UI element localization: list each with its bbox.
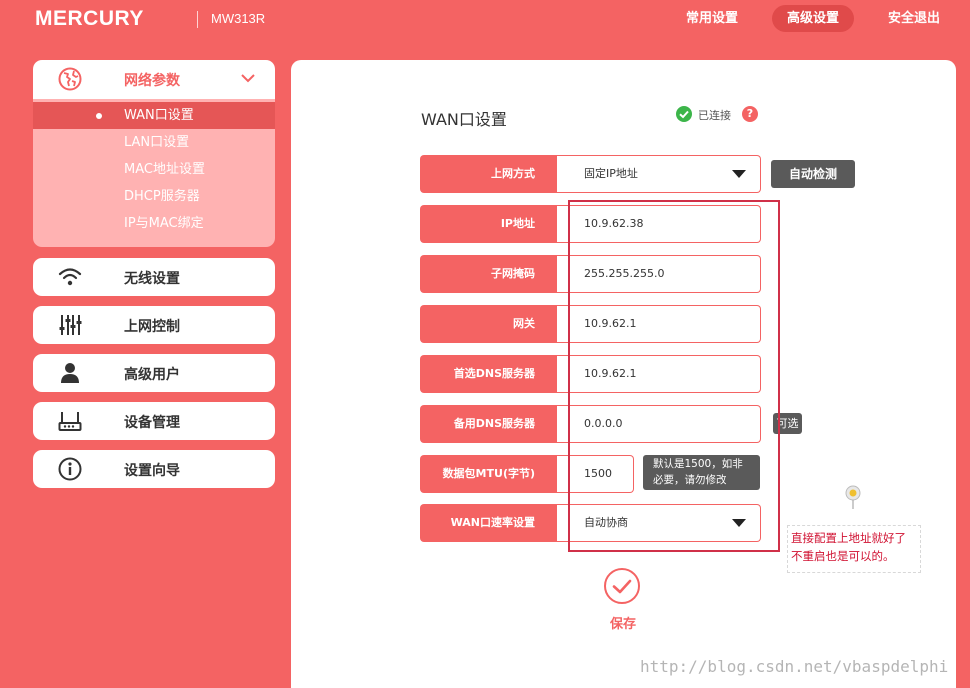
field-label: 首选DNS服务器 — [420, 355, 557, 393]
annotation-line: 直接配置上地址就好了 — [791, 531, 906, 545]
chevron-down-icon[interactable] — [241, 73, 255, 83]
check-circle-outline-icon — [604, 568, 640, 604]
sidebar-subitem-mac[interactable]: MAC地址设置 — [33, 156, 275, 183]
annotation-note: 直接配置上地址就好了 不重启也是可以的。 — [787, 525, 921, 573]
help-icon[interactable]: ? — [742, 106, 758, 122]
field-label: 上网方式 — [420, 155, 557, 193]
status-text: 已连接 — [698, 109, 731, 122]
watermark-text: http://blog.csdn.net/vbaspdelphi — [640, 657, 949, 676]
sidebar-subitem-label: DHCP服务器 — [124, 189, 200, 204]
sidebar-item-device-management[interactable]: 设备管理 — [33, 402, 275, 440]
save-label: 保存 — [609, 617, 636, 632]
auto-detect-button[interactable]: 自动检测 — [771, 160, 855, 188]
globe-icon — [58, 67, 82, 91]
connection-type-select[interactable]: 固定IP地址 — [557, 155, 761, 193]
sidebar-item-access-control[interactable]: 上网控制 — [33, 306, 275, 344]
sidebar-subitem-dhcp[interactable]: DHCP服务器 — [33, 183, 275, 210]
sidebar-subitem-wan[interactable]: WAN口设置 — [33, 102, 275, 129]
sidebar-item-label: 高级用户 — [124, 367, 180, 383]
field-label: 数据包MTU(字节) — [420, 455, 557, 493]
select-value: 固定IP地址 — [584, 167, 638, 180]
info-icon — [58, 457, 82, 481]
brand-logo: MERCURY — [35, 7, 144, 30]
nav-logout[interactable]: 安全退出 — [878, 5, 950, 32]
field-label: 子网掩码 — [420, 255, 557, 293]
sidebar-item-label: 设备管理 — [124, 415, 180, 431]
sidebar-item-advanced-user[interactable]: 高级用户 — [33, 354, 275, 392]
user-icon — [61, 363, 79, 383]
field-label: IP地址 — [420, 205, 557, 243]
model-name: MW313R — [211, 11, 266, 26]
sidebar-group-network: 网络参数 WAN口设置 LAN口设置 MAC地址设置 DHCP服务器 IP与MA… — [33, 60, 275, 247]
sidebar-subitem-label: IP与MAC绑定 — [124, 216, 204, 231]
sidebar-subitem-label: LAN口设置 — [124, 135, 190, 150]
sliders-icon — [59, 315, 82, 335]
sidebar-subitem-lan[interactable]: LAN口设置 — [33, 129, 275, 156]
main-panel: WAN口设置 已连接 ? 上网方式 固定IP地址 自动检测 IP地址 10.9.… — [291, 60, 956, 688]
field-label: 备用DNS服务器 — [420, 405, 557, 443]
sidebar-item-label: 无线设置 — [124, 271, 180, 287]
sidebar-subitem-ip-mac-bind[interactable]: IP与MAC绑定 — [33, 210, 275, 237]
nav-common-settings[interactable]: 常用设置 — [676, 5, 748, 32]
sidebar-item-label: 设置向导 — [124, 463, 180, 479]
field-label: WAN口速率设置 — [420, 504, 557, 542]
sidebar-item-setup-wizard[interactable]: 设置向导 — [33, 450, 275, 488]
sidebar-item-label: 上网控制 — [124, 319, 180, 335]
sidebar-group-label: 网络参数 — [124, 73, 180, 89]
field-label: 网关 — [420, 305, 557, 343]
sidebar-item-wireless[interactable]: 无线设置 — [33, 258, 275, 296]
active-dot — [96, 113, 102, 119]
annotation-line: 不重启也是可以的。 — [791, 549, 895, 563]
dropdown-caret-icon — [732, 170, 746, 178]
router-icon — [58, 412, 82, 431]
sidebar-subitem-label: MAC地址设置 — [124, 162, 205, 177]
sidebar-item-network-params[interactable]: 网络参数 — [33, 60, 275, 99]
annotation-highlight-box — [568, 200, 780, 552]
pushpin-icon — [845, 485, 861, 509]
check-circle-icon — [676, 106, 692, 122]
page-title: WAN口设置 — [421, 110, 507, 129]
logo-divider — [197, 11, 198, 28]
nav-advanced-settings[interactable]: 高级设置 — [772, 5, 854, 32]
wifi-icon — [58, 268, 82, 286]
save-button[interactable]: 保存 — [603, 567, 643, 633]
sidebar-subitem-label: WAN口设置 — [124, 108, 194, 123]
